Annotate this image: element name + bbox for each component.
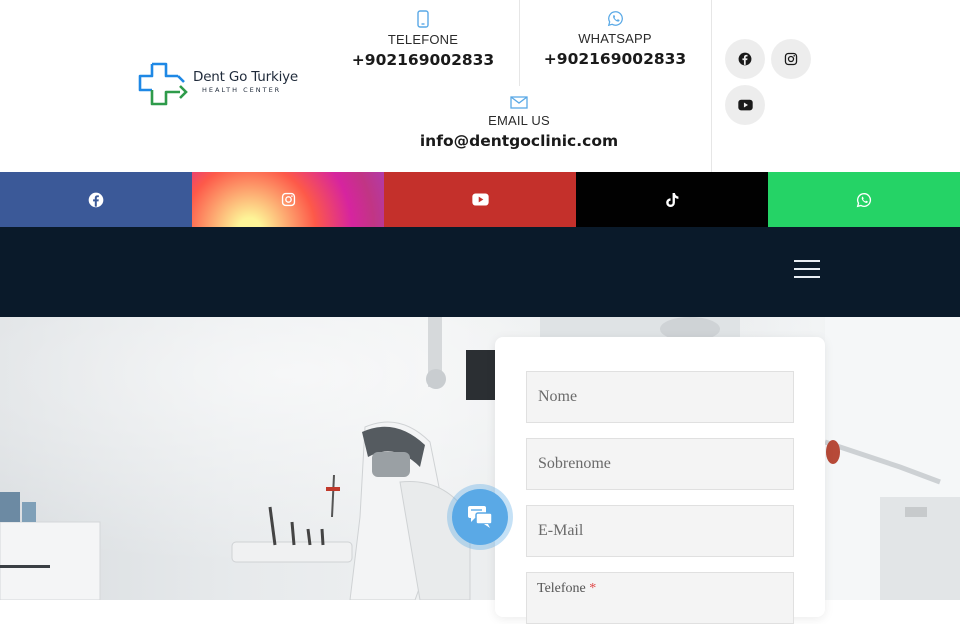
contact-phone: TELEFONE +902169002833: [343, 10, 503, 69]
phone-label: TELEFONE: [387, 32, 459, 47]
youtube-icon: [471, 193, 489, 206]
site-header: Dent Go Turkiye HEALTH CENTER TELEFONE +…: [0, 0, 960, 172]
whatsapp-icon: [856, 192, 872, 207]
header-youtube-button[interactable]: [725, 85, 765, 125]
contact-form-card: Telefone *: [495, 337, 825, 624]
whatsapp-icon: [607, 11, 623, 27]
live-chat-button[interactable]: [452, 489, 508, 545]
contact-divider: [519, 0, 520, 86]
social-bar-youtube[interactable]: [384, 172, 576, 227]
instagram-icon: [784, 52, 798, 66]
mobile-phone-icon: [417, 10, 429, 28]
brand-logo[interactable]: Dent Go Turkiye HEALTH CENTER: [138, 62, 308, 110]
tiktok-icon: [666, 192, 679, 207]
social-bar-instagram[interactable]: [192, 172, 384, 227]
first-name-input[interactable]: [526, 371, 794, 423]
last-name-input[interactable]: [526, 438, 794, 490]
phone-number-link[interactable]: +902169002833: [343, 51, 503, 69]
instagram-icon: [281, 192, 295, 207]
required-mark: *: [589, 581, 597, 596]
phone-field-label: Telefone *: [537, 581, 596, 597]
main-navigation: [0, 227, 960, 317]
social-share-bar: [0, 172, 960, 227]
email-address-link[interactable]: info@dentgoclinic.com: [410, 132, 628, 150]
brand-name: Dent Go Turkiye: [193, 69, 299, 85]
facebook-icon: [88, 192, 104, 207]
contact-whatsapp: WHATSAPP +902169002833: [535, 10, 695, 68]
youtube-icon: [737, 99, 753, 111]
brand-tagline: HEALTH CENTER: [202, 86, 282, 94]
social-bar-whatsapp[interactable]: [768, 172, 960, 227]
header-instagram-button[interactable]: [771, 39, 811, 79]
contact-email: EMAIL US info@dentgoclinic.com: [410, 96, 628, 150]
chat-bubbles-icon: [468, 506, 493, 528]
hamburger-menu-icon[interactable]: [794, 258, 822, 280]
header-divider: [711, 0, 712, 172]
whatsapp-number-link[interactable]: +902169002833: [535, 50, 695, 68]
header-facebook-button[interactable]: [725, 39, 765, 79]
email-input[interactable]: [526, 505, 794, 557]
email-label: EMAIL US: [488, 113, 550, 128]
envelope-icon: [510, 96, 528, 109]
phone-field[interactable]: Telefone *: [526, 572, 794, 624]
medical-cross-logo-icon: [138, 62, 188, 106]
whatsapp-label: WHATSAPP: [578, 31, 652, 46]
facebook-icon: [738, 52, 752, 66]
social-bar-facebook[interactable]: [0, 172, 192, 227]
social-bar-tiktok[interactable]: [576, 172, 768, 227]
phone-label-text: Telefone: [537, 581, 586, 596]
